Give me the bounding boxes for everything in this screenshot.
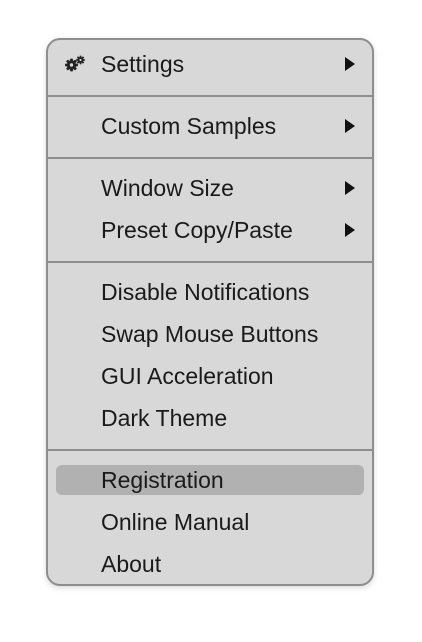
context-menu: Settings Custom Samples Window Size Pres…	[46, 38, 374, 586]
submenu-arrow-icon	[345, 119, 355, 133]
submenu-arrow-icon	[345, 181, 355, 195]
menu-item-label: Dark Theme	[101, 405, 228, 431]
menu-item-label: Disable Notifications	[101, 279, 310, 305]
submenu-arrow-icon	[345, 223, 355, 237]
menu-item-label: Online Manual	[101, 509, 250, 535]
menu-separator	[48, 449, 372, 451]
menu-item-label: GUI Acceleration	[101, 363, 274, 389]
menu-item-disable-notifications[interactable]: Disable Notifications	[56, 277, 364, 307]
menu-item-label: Registration	[101, 467, 224, 493]
menu-item-label: Custom Samples	[101, 113, 277, 139]
menu-item-window-size[interactable]: Window Size	[56, 173, 364, 203]
menu-separator	[48, 95, 372, 97]
menu-item-gui-acceleration[interactable]: GUI Acceleration	[56, 361, 364, 391]
menu-item-about[interactable]: About	[56, 549, 364, 579]
menu-item-label: Settings	[101, 51, 185, 77]
menu-item-label: Window Size	[101, 175, 234, 201]
menu-separator	[48, 157, 372, 159]
menu-item-settings[interactable]: Settings	[56, 49, 364, 79]
menu-item-label: Swap Mouse Buttons	[101, 321, 319, 347]
menu-item-custom-samples[interactable]: Custom Samples	[56, 111, 364, 141]
gears-icon	[65, 55, 85, 72]
menu-item-dark-theme[interactable]: Dark Theme	[56, 403, 364, 433]
menu-item-online-manual[interactable]: Online Manual	[56, 507, 364, 537]
menu-item-label: About	[101, 551, 162, 577]
submenu-arrow-icon	[345, 57, 355, 71]
menu-item-preset-copy-paste[interactable]: Preset Copy/Paste	[56, 215, 364, 245]
menu-item-registration[interactable]: Registration	[56, 465, 364, 495]
menu-separator	[48, 261, 372, 263]
menu-item-label: Preset Copy/Paste	[101, 217, 293, 243]
menu-item-swap-mouse-buttons[interactable]: Swap Mouse Buttons	[56, 319, 364, 349]
